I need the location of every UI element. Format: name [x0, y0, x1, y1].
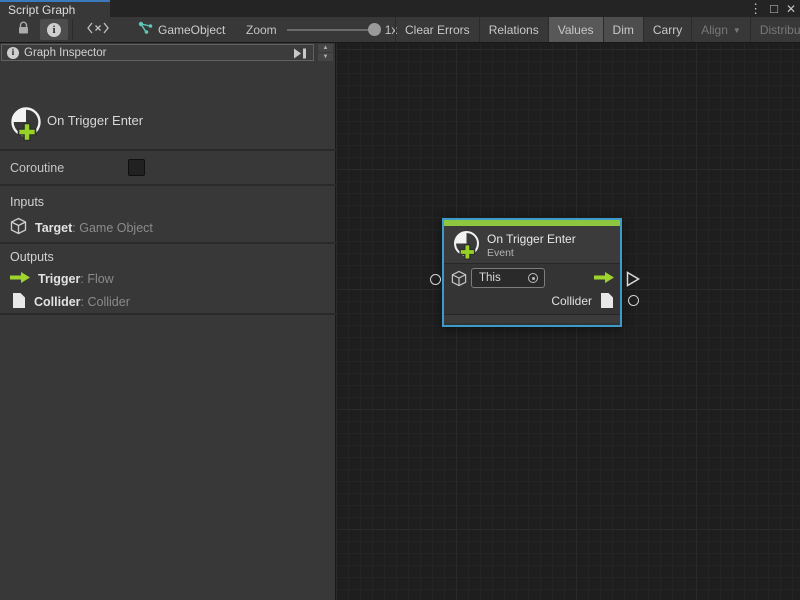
- node-subtitle: Event: [487, 247, 514, 259]
- relations-button[interactable]: Relations: [479, 17, 548, 42]
- close-icon[interactable]: ✕: [786, 2, 796, 16]
- script-graph-icon: [138, 21, 153, 38]
- node-body: This Collider: [444, 264, 620, 314]
- scrub-up-icon[interactable]: ▲: [318, 44, 333, 52]
- zoom-slider[interactable]: [287, 29, 379, 31]
- panel-scrubber[interactable]: ▲ ▼: [318, 44, 333, 61]
- toolbar: i GameObject Zoom: [0, 17, 800, 43]
- align-dropdown-button[interactable]: Align ▼: [691, 17, 750, 42]
- dim-toggle-button[interactable]: Dim: [603, 17, 643, 42]
- output-row-collider: Collider: Collider: [10, 292, 130, 312]
- clear-errors-button[interactable]: Clear Errors: [395, 17, 479, 42]
- document-icon: [600, 292, 614, 312]
- node-footer: [444, 314, 620, 323]
- maximize-icon[interactable]: □: [770, 1, 778, 16]
- edit-code-button[interactable]: [78, 19, 118, 40]
- zoom-slider-knob[interactable]: [368, 23, 381, 36]
- on-trigger-enter-node[interactable]: On Trigger Enter Event This: [442, 218, 622, 327]
- collider-output-port[interactable]: [628, 295, 639, 306]
- info-icon: i: [7, 47, 19, 59]
- outputs-header: Outputs: [10, 250, 54, 264]
- graph-reference[interactable]: GameObject: [138, 17, 225, 42]
- flow-arrow-icon: [594, 271, 614, 287]
- script-graph-window: Script Graph ⋮ □ ✕ i: [0, 0, 800, 600]
- coroutine-label: Coroutine: [10, 161, 64, 175]
- event-icon: [8, 105, 44, 148]
- object-picker-icon[interactable]: [528, 273, 538, 283]
- event-icon: [451, 229, 482, 266]
- inspector-toggle-button[interactable]: i: [40, 19, 68, 40]
- inspector-node-title: On Trigger Enter: [47, 113, 143, 128]
- tab-script-graph[interactable]: Script Graph: [0, 0, 110, 17]
- chevron-down-icon: ▼: [733, 26, 741, 35]
- graph-target-label: GameObject: [158, 23, 225, 37]
- node-header[interactable]: On Trigger Enter Event: [444, 226, 620, 264]
- scrub-down-icon[interactable]: ▼: [318, 53, 333, 61]
- carry-toggle-button[interactable]: Carry: [643, 17, 691, 42]
- kebab-menu-icon[interactable]: ⋮: [749, 1, 762, 17]
- graph-inspector-header: i Graph Inspector: [1, 44, 314, 61]
- target-field-value: This: [479, 272, 501, 284]
- flow-arrow-icon: [10, 271, 30, 287]
- lock-icon: [17, 21, 30, 38]
- cube-icon: [10, 217, 27, 238]
- titlebar: Script Graph ⋮ □ ✕: [0, 0, 800, 17]
- node-title: On Trigger Enter: [487, 232, 576, 246]
- cube-icon: [451, 270, 467, 290]
- graph-inspector-title: Graph Inspector: [24, 47, 106, 59]
- graph-canvas[interactable]: On Trigger Enter Event This: [336, 43, 800, 600]
- dock-panel-icon[interactable]: [292, 47, 310, 60]
- distribute-dropdown-button[interactable]: Distribute ▼: [750, 17, 800, 42]
- zoom-label: Zoom: [246, 23, 277, 37]
- inputs-header: Inputs: [10, 195, 44, 209]
- code-icon: [87, 22, 109, 37]
- lock-button[interactable]: [10, 19, 36, 40]
- coroutine-checkbox[interactable]: [128, 159, 145, 176]
- values-toggle-button[interactable]: Values: [548, 17, 603, 42]
- input-port-circle[interactable]: [430, 274, 441, 285]
- graph-inspector-panel: i Graph Inspector ▲ ▼ On Trigger Enter C…: [0, 43, 336, 600]
- output-row-trigger: Trigger: Flow: [10, 271, 114, 287]
- trigger-output-port[interactable]: [626, 271, 640, 290]
- document-icon: [12, 292, 26, 312]
- input-row-target: Target: Game Object: [10, 217, 153, 238]
- info-icon: i: [47, 23, 61, 37]
- tab-label: Script Graph: [8, 3, 75, 17]
- collider-port-label: Collider: [551, 294, 592, 308]
- target-object-field[interactable]: This: [471, 268, 545, 288]
